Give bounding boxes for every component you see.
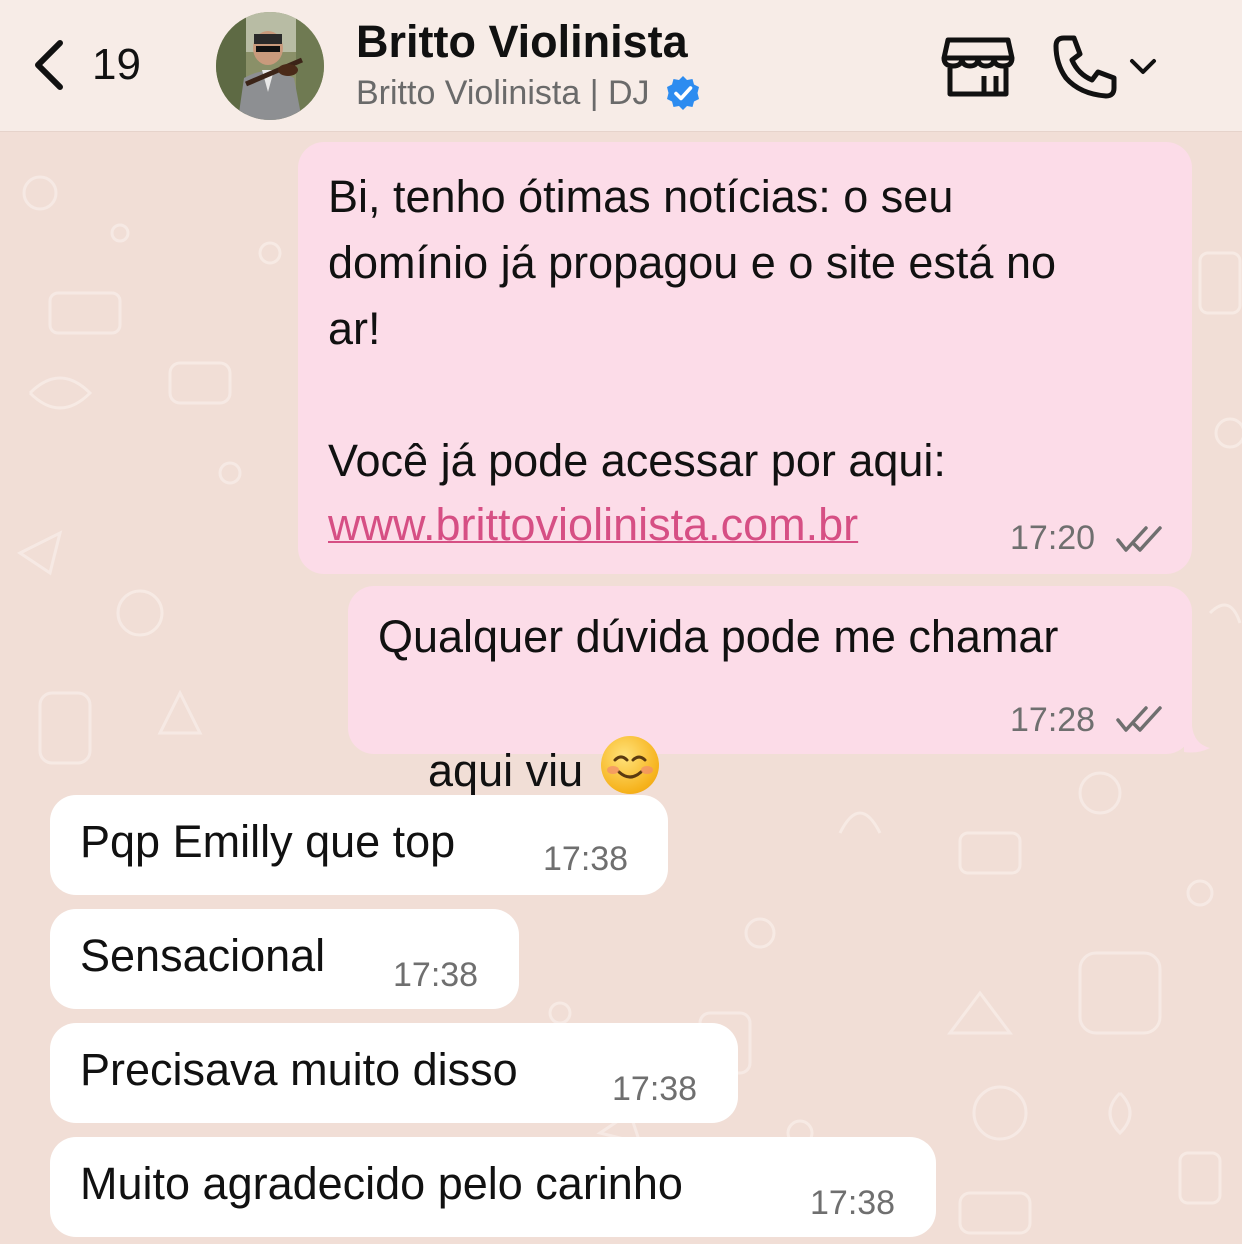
- phone-icon: [1053, 35, 1117, 99]
- message-line: Qualquer dúvida pode me chamar: [378, 611, 1059, 662]
- message-time: 17:20: [1010, 519, 1096, 557]
- message-line: ar!: [328, 303, 381, 354]
- message-outgoing[interactable]: Qualquer dúvida pode me chamar aqui viu …: [348, 586, 1192, 796]
- smiling-face-icon: [601, 736, 660, 794]
- chat-header: 19 Britto Violinista Britto Violinista |…: [0, 0, 1242, 132]
- verified-badge-icon: [666, 76, 699, 110]
- read-double-check-icon: [1116, 706, 1162, 732]
- message-line: Bi, tenho ótimas notícias: o seu: [328, 171, 954, 222]
- avatar[interactable]: [216, 12, 324, 120]
- contact-name: Britto Violinista: [356, 16, 688, 67]
- back-button[interactable]: 19: [30, 30, 141, 100]
- message-outgoing[interactable]: Bi, tenho ótimas notícias: o seu domínio…: [298, 142, 1192, 574]
- contact-info[interactable]: Britto Violinista Britto Violinista | DJ: [356, 14, 702, 114]
- message-text: Pqp Emilly que top: [80, 816, 456, 867]
- storefront-button[interactable]: [940, 32, 1016, 102]
- message-line: aqui viu: [428, 745, 584, 796]
- message-incoming[interactable]: Muito agradecido pelo carinho 17:38: [50, 1137, 936, 1237]
- message-line: Você já pode acessar por aqui:: [328, 435, 946, 486]
- message-time: 17:38: [543, 840, 629, 878]
- message-time: 17:38: [612, 1070, 698, 1108]
- website-link[interactable]: www.brittoviolinista.com.br: [328, 492, 858, 558]
- chevron-left-icon: [35, 40, 63, 90]
- bubble-tail: [1184, 726, 1210, 753]
- message-text: Precisava muito disso: [80, 1044, 518, 1095]
- message-incoming[interactable]: Pqp Emilly que top 17:38: [50, 795, 668, 895]
- storefront-icon: [941, 37, 1015, 97]
- message-time: 17:38: [810, 1184, 896, 1222]
- contact-subtitle-row: Britto Violinista | DJ: [356, 72, 702, 114]
- message-text: Sensacional: [80, 930, 326, 981]
- unread-count: 19: [92, 40, 141, 89]
- read-double-check-icon: [1116, 526, 1162, 552]
- chevron-down-icon: [1130, 59, 1156, 74]
- call-button[interactable]: [1050, 30, 1170, 104]
- message-incoming[interactable]: Precisava muito disso 17:38: [50, 1023, 738, 1123]
- contact-subtitle: Britto Violinista | DJ: [356, 74, 650, 112]
- message-time: 17:28: [1010, 701, 1096, 739]
- avatar-photo: [216, 12, 324, 120]
- message-time: 17:38: [393, 956, 479, 994]
- message-text: Muito agradecido pelo carinho: [80, 1158, 683, 1209]
- message-incoming[interactable]: Sensacional 17:38: [50, 909, 519, 1009]
- message-line: domínio já propagou e o site está no: [328, 237, 1056, 288]
